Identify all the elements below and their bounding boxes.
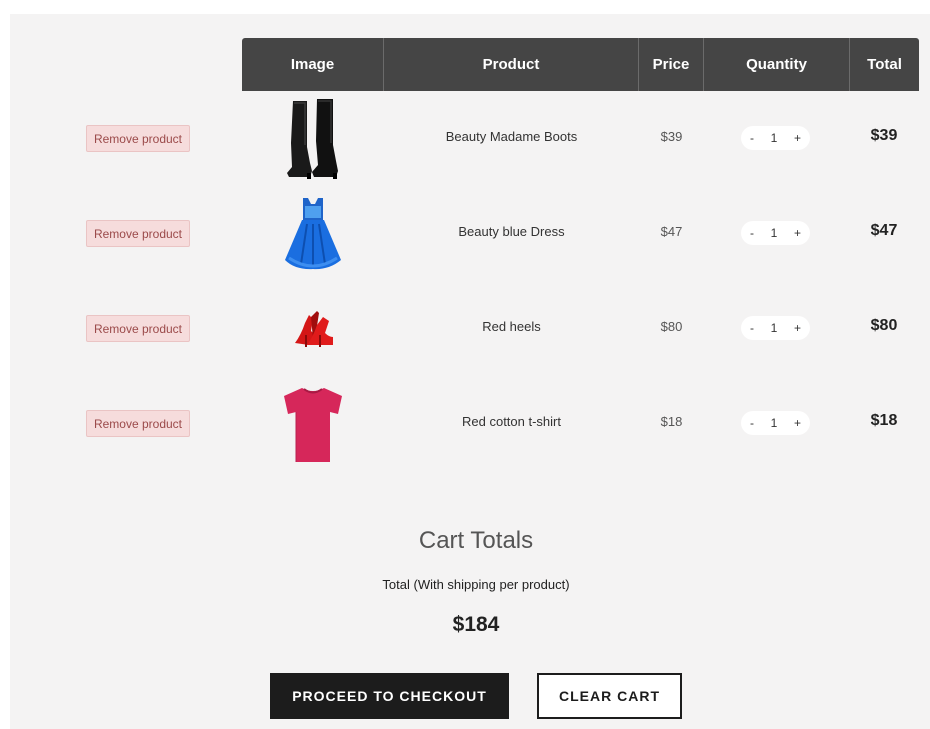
- quantity-decrease-button[interactable]: -: [750, 131, 754, 145]
- remove-product-button[interactable]: Remove product: [86, 315, 190, 342]
- table-row: Remove product Beauty Madame Boots $39 -…: [0, 91, 930, 186]
- remove-product-button[interactable]: Remove product: [86, 125, 190, 152]
- quantity-increase-button[interactable]: +: [794, 416, 801, 430]
- quantity-decrease-button[interactable]: -: [750, 226, 754, 240]
- product-price: $18: [660, 414, 683, 429]
- row-total: $18: [870, 412, 898, 429]
- product-name[interactable]: Red cotton t-shirt: [384, 414, 639, 429]
- quantity-increase-button[interactable]: +: [794, 131, 801, 145]
- dress-image: [265, 186, 360, 281]
- quantity-stepper: - 1 +: [741, 316, 810, 340]
- table-row: Remove product Red cotton t-shirt $18 - …: [0, 376, 930, 471]
- tshirt-image: [265, 376, 360, 471]
- product-price: $39: [660, 129, 683, 144]
- boots-image: [265, 91, 360, 186]
- proceed-to-checkout-button[interactable]: PROCEED TO CHECKOUT: [270, 673, 509, 719]
- product-name[interactable]: Beauty Madame Boots: [384, 129, 639, 144]
- quantity-decrease-button[interactable]: -: [750, 321, 754, 335]
- cart-totals-label: Total (With shipping per product): [382, 577, 570, 592]
- table-row: Remove product Beauty blue Dress $47 - 1…: [0, 186, 930, 281]
- row-total: $80: [870, 317, 898, 334]
- product-price: $47: [660, 224, 683, 239]
- cart-table-header: Image Product Price Quantity Total: [242, 38, 919, 91]
- remove-product-button[interactable]: Remove product: [86, 220, 190, 247]
- header-price: Price: [639, 38, 704, 91]
- quantity-value[interactable]: 1: [771, 226, 778, 240]
- quantity-increase-button[interactable]: +: [794, 226, 801, 240]
- quantity-value[interactable]: 1: [771, 321, 778, 335]
- header-image: Image: [242, 38, 384, 91]
- heels-image: [265, 281, 360, 376]
- product-name[interactable]: Beauty blue Dress: [384, 224, 639, 239]
- quantity-value[interactable]: 1: [771, 131, 778, 145]
- product-price: $80: [660, 319, 683, 334]
- product-name[interactable]: Red heels: [384, 319, 639, 334]
- header-product: Product: [384, 38, 639, 91]
- remove-product-button[interactable]: Remove product: [86, 410, 190, 437]
- quantity-stepper: - 1 +: [741, 221, 810, 245]
- clear-cart-button[interactable]: CLEAR CART: [537, 673, 682, 719]
- row-total: $47: [870, 222, 898, 239]
- cart-totals-value: $184: [452, 613, 500, 636]
- quantity-stepper: - 1 +: [741, 126, 810, 150]
- table-row: Remove product Red heels $80 - 1 + $80: [0, 281, 930, 376]
- header-total: Total: [867, 56, 902, 73]
- quantity-increase-button[interactable]: +: [794, 321, 801, 335]
- quantity-stepper: - 1 +: [741, 411, 810, 435]
- cart-totals-title: Cart Totals: [418, 527, 534, 554]
- quantity-decrease-button[interactable]: -: [750, 416, 754, 430]
- quantity-value[interactable]: 1: [771, 416, 778, 430]
- header-quantity: Quantity: [704, 38, 850, 91]
- row-total: $39: [870, 127, 898, 144]
